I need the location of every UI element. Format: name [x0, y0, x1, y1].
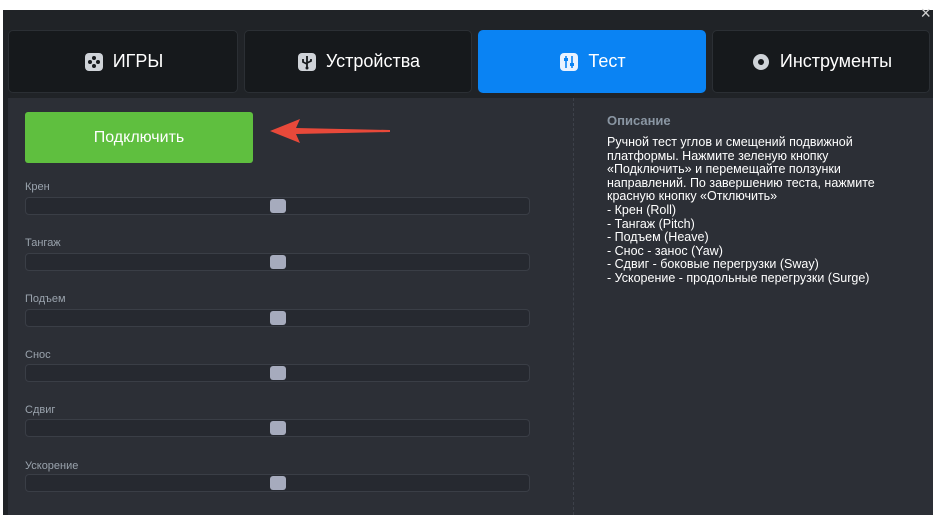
- tab-tools-label: Инструменты: [779, 51, 893, 71]
- description-line: «Подключить» и перемещайте ползунки: [607, 162, 841, 177]
- description-line: - Ускорение - продольные перегрузки (Sur…: [607, 270, 870, 285]
- slider-label-sway: Сдвиг: [25, 404, 56, 416]
- slider-thumb[interactable]: [269, 199, 286, 213]
- slider-thumb[interactable]: [269, 311, 286, 325]
- slider-label-yaw: Снос: [25, 349, 51, 361]
- usb-icon: [296, 51, 318, 73]
- tab-test[interactable]: Тест: [478, 30, 706, 93]
- tab-devices-label: Устройства: [325, 51, 421, 71]
- description-line: - Тангаж (Pitch): [607, 216, 695, 231]
- slider-thumb[interactable]: [269, 366, 286, 380]
- app-window: × ИГРЫ Устройства Тест Инструменты Подкл…: [3, 3, 933, 515]
- slider-yaw[interactable]: [25, 364, 530, 382]
- slider-pitch[interactable]: [25, 253, 530, 271]
- tab-games[interactable]: ИГРЫ: [8, 30, 238, 93]
- gamepad-icon: [83, 51, 105, 73]
- tab-devices[interactable]: Устройства: [244, 30, 472, 93]
- sliders-icon: [558, 51, 580, 73]
- slider-heave[interactable]: [25, 309, 530, 327]
- description-line: - Сдвиг - боковые перегрузки (Sway): [607, 257, 819, 272]
- description-line: Ручной тест углов и смещений подвижной: [607, 135, 853, 149]
- slider-label-pitch: Тангаж: [25, 237, 61, 249]
- description-line: платформы. Нажмите зеленую кнопку: [607, 148, 829, 163]
- slider-label-surge: Ускорение: [25, 460, 79, 472]
- close-button[interactable]: ×: [920, 3, 931, 23]
- slider-label-heave: Подъем: [25, 293, 66, 305]
- tab-games-label: ИГРЫ: [112, 51, 164, 71]
- tab-test-label: Тест: [588, 51, 626, 71]
- description-line: - Подъем (Heave): [607, 230, 709, 245]
- slider-thumb[interactable]: [269, 476, 286, 490]
- test-panel: Подключить Крен Тангаж Подъем Снос Сдвиг…: [8, 98, 933, 515]
- description-line: красную кнопку «Отключить»: [607, 189, 778, 204]
- panel-divider: [573, 98, 575, 515]
- description-title: Описание: [607, 113, 671, 128]
- tab-bar: ИГРЫ Устройства Тест Инструменты: [3, 30, 933, 95]
- description-line: - Крен (Roll): [607, 202, 677, 217]
- slider-label-roll: Крен: [25, 181, 50, 193]
- pointer-arrow-icon: [270, 119, 390, 143]
- tab-tools[interactable]: Инструменты: [712, 30, 930, 93]
- connect-button[interactable]: Подключить: [25, 112, 253, 163]
- gear-icon: [750, 51, 772, 73]
- description-text: Ручной тест углов и смещений подвижной п…: [607, 135, 929, 286]
- slider-roll[interactable]: [25, 197, 530, 215]
- slider-sway[interactable]: [25, 419, 530, 437]
- slider-surge[interactable]: [25, 474, 530, 492]
- slider-thumb[interactable]: [269, 421, 286, 435]
- slider-thumb[interactable]: [269, 255, 286, 269]
- description-line: направлений. По завершению теста, нажмит…: [607, 175, 875, 190]
- description-line: - Снос - занос (Yaw): [607, 243, 723, 258]
